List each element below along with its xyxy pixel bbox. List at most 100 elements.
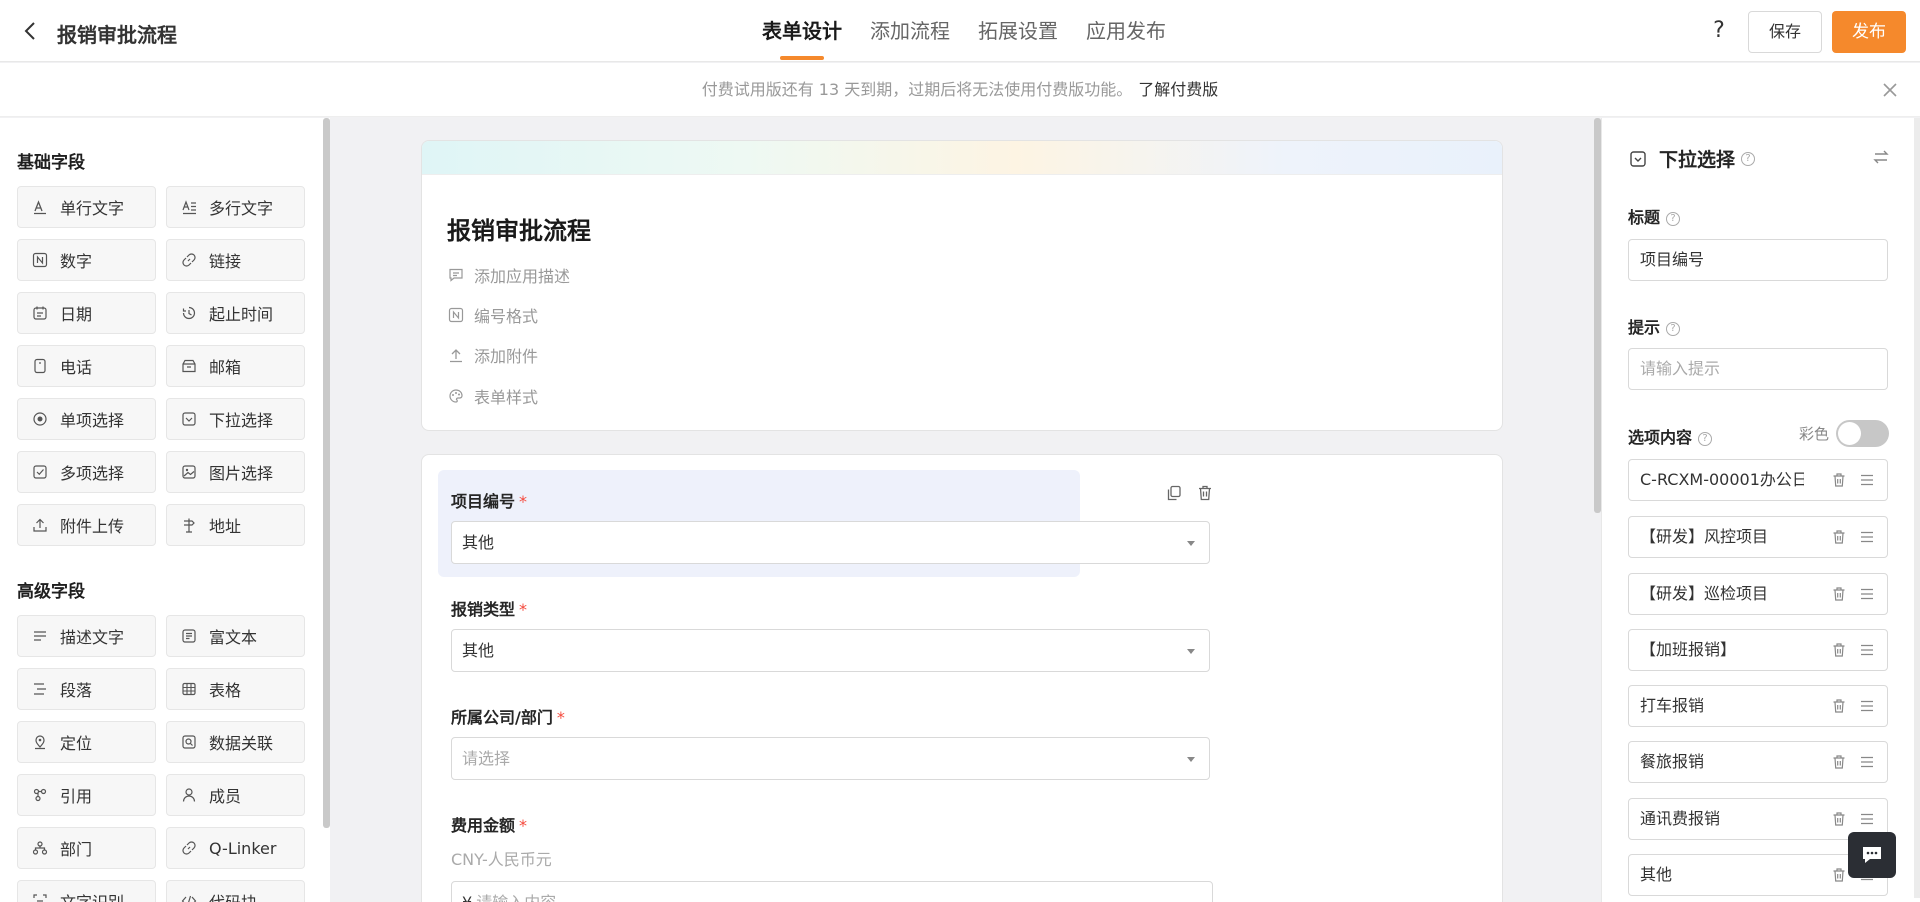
checkbox-icon	[31, 463, 49, 481]
field-text-recognition[interactable]: 文字识别	[17, 880, 156, 902]
field-reference[interactable]: 引用	[17, 774, 156, 816]
tab-form-design[interactable]: 表单设计	[762, 0, 842, 62]
field-multi-line-text[interactable]: 多行文字	[166, 186, 305, 228]
help-circle-icon[interactable]: ?	[1698, 431, 1713, 446]
trash-icon[interactable]	[1831, 642, 1847, 658]
field-image-choice[interactable]: 图片选择	[166, 451, 305, 493]
field-date[interactable]: 日期	[17, 292, 156, 334]
title-label: 标题?	[1628, 204, 1681, 228]
trash-icon[interactable]	[1831, 472, 1847, 488]
tab-add-process[interactable]: 添加流程	[870, 0, 950, 62]
form-title[interactable]: 报销审批流程	[447, 211, 591, 246]
help-circle-icon[interactable]: ?	[1741, 151, 1756, 166]
radio-icon	[31, 410, 49, 428]
field-email[interactable]: 邮箱	[166, 345, 305, 387]
field-single-choice[interactable]: 单项选择	[17, 398, 156, 440]
field-phone[interactable]: 电话	[17, 345, 156, 387]
help-circle-icon[interactable]: ?	[1666, 211, 1681, 226]
option-text[interactable]: 通讯费报销	[1640, 799, 1804, 839]
option-row[interactable]: C-RCXM-00001办公日常	[1628, 459, 1888, 501]
field-dropdown[interactable]: 下拉选择	[166, 398, 305, 440]
field-label: 引用	[60, 787, 93, 806]
field-link[interactable]: 链接	[166, 239, 305, 281]
drag-handle-icon[interactable]	[1859, 698, 1875, 714]
color-label: 彩色	[1799, 425, 1830, 443]
project-number-select[interactable]: 其他	[451, 521, 1210, 564]
delete-icon[interactable]	[1196, 484, 1214, 502]
field-label: 邮箱	[209, 358, 242, 377]
field-label: 单项选择	[60, 411, 125, 430]
drag-handle-icon[interactable]	[1859, 586, 1875, 602]
canvas-scrollbar[interactable]	[1594, 118, 1601, 513]
field-label: 段落	[60, 681, 93, 700]
field-paragraph[interactable]: 段落	[17, 668, 156, 710]
tab-app-publish[interactable]: 应用发布	[1086, 0, 1166, 62]
option-row[interactable]: 【研发】风控项目	[1628, 516, 1888, 558]
add-attachment[interactable]: 添加附件	[448, 343, 538, 367]
field-department[interactable]: 部门	[17, 827, 156, 869]
option-row[interactable]: 【研发】巡检项目	[1628, 573, 1888, 615]
swap-icon[interactable]	[1872, 148, 1890, 166]
back-arrow-icon[interactable]	[20, 20, 42, 42]
trash-icon[interactable]	[1831, 529, 1847, 545]
field-location[interactable]: 定位	[17, 721, 156, 763]
option-row[interactable]: 打车报销	[1628, 685, 1888, 727]
close-icon[interactable]	[1880, 80, 1900, 100]
copy-icon[interactable]	[1165, 484, 1183, 502]
hint-input[interactable]: 请输入提示	[1628, 348, 1888, 390]
field-attachment[interactable]: 附件上传	[17, 504, 156, 546]
field-data-association[interactable]: 数据关联	[166, 721, 305, 763]
option-text[interactable]: 【研发】风控项目	[1640, 517, 1804, 557]
title-input[interactable]: 项目编号	[1628, 239, 1888, 281]
field-multi-choice[interactable]: 多项选择	[17, 451, 156, 493]
field-member[interactable]: 成员	[166, 774, 305, 816]
trash-icon[interactable]	[1831, 811, 1847, 827]
option-text[interactable]: 【研发】巡检项目	[1640, 574, 1804, 614]
drag-handle-icon[interactable]	[1859, 811, 1875, 827]
help-circle-icon[interactable]: ?	[1666, 321, 1681, 336]
option-text[interactable]: 其他	[1640, 855, 1804, 895]
palette-scrollbar[interactable]	[323, 118, 330, 828]
chat-support-button[interactable]	[1848, 832, 1896, 878]
trash-icon[interactable]	[1831, 867, 1847, 883]
field-single-line-text[interactable]: 单行文字	[17, 186, 156, 228]
field-description-text[interactable]: 描述文字	[17, 615, 156, 657]
tab-extension-settings[interactable]: 拓展设置	[978, 0, 1058, 62]
option-row[interactable]: 【加班报销】	[1628, 629, 1888, 671]
upload-icon	[31, 516, 49, 534]
field-table[interactable]: 表格	[166, 668, 305, 710]
drag-handle-icon[interactable]	[1859, 754, 1875, 770]
required-mark: *	[519, 600, 528, 619]
option-text[interactable]: 餐旅报销	[1640, 742, 1804, 782]
color-toggle[interactable]	[1836, 420, 1889, 447]
field-label: 代码块	[209, 889, 257, 902]
field-address[interactable]: 地址	[166, 504, 305, 546]
option-row[interactable]: 餐旅报销	[1628, 741, 1888, 783]
field-label: 富文本	[209, 628, 258, 647]
drag-handle-icon[interactable]	[1859, 642, 1875, 658]
add-app-description[interactable]: 添加应用描述	[448, 263, 570, 287]
field-time-range[interactable]: 起止时间	[166, 292, 305, 334]
trash-icon[interactable]	[1831, 754, 1847, 770]
trash-icon[interactable]	[1831, 698, 1847, 714]
field-q-linker[interactable]: Q-Linker	[166, 827, 305, 869]
company-dept-select[interactable]: 请选择	[451, 737, 1210, 780]
option-text[interactable]: 打车报销	[1640, 686, 1804, 726]
trash-icon[interactable]	[1831, 586, 1847, 602]
properties-scrollbar[interactable]	[1914, 118, 1920, 898]
field-rich-text[interactable]: 富文本	[166, 615, 305, 657]
learn-paid-link[interactable]: 了解付费版	[1138, 80, 1218, 99]
option-text[interactable]: 【加班报销】	[1640, 630, 1804, 670]
amount-input[interactable]: ¥ 请输入内容	[451, 881, 1213, 902]
drag-handle-icon[interactable]	[1859, 472, 1875, 488]
help-icon[interactable]: ?	[1706, 18, 1732, 44]
form-style[interactable]: 表单样式	[448, 384, 538, 408]
field-number[interactable]: 数字	[17, 239, 156, 281]
expense-type-select[interactable]: 其他	[451, 629, 1210, 672]
drag-handle-icon[interactable]	[1859, 529, 1875, 545]
save-button[interactable]: 保存	[1748, 11, 1822, 53]
publish-button[interactable]: 发布	[1832, 11, 1906, 53]
number-format[interactable]: 编号格式	[448, 303, 538, 327]
option-text[interactable]: C-RCXM-00001办公日常	[1640, 460, 1804, 500]
field-code-block[interactable]: 代码块	[166, 880, 305, 902]
